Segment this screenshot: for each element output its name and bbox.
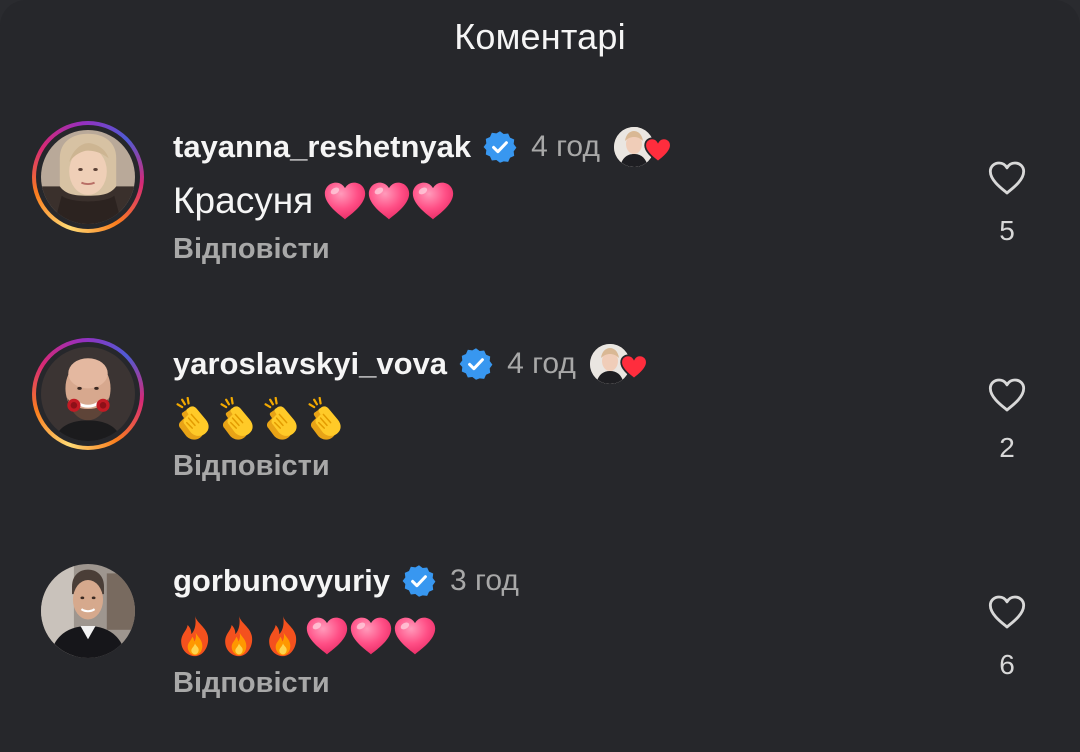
heart-outline-icon[interactable] (987, 593, 1027, 631)
comment-text (173, 394, 349, 444)
heart-outline-icon[interactable] (987, 159, 1027, 197)
like-control: 2 (970, 376, 1044, 464)
verified-badge-icon (402, 564, 436, 598)
timestamp: 4 год (507, 347, 576, 380)
liked-by-author-badge (613, 127, 672, 167)
like-control: 5 (970, 159, 1044, 247)
pink-heart-icon (367, 179, 411, 223)
pink-heart-icon (323, 179, 367, 223)
comment-meta: gorbunovyuriy 3 год (173, 559, 519, 603)
pink-heart-icon (393, 614, 437, 658)
story-ring (32, 121, 144, 233)
comment-item: yaroslavskyi_vova 4 год Відповісти 2 (0, 338, 1080, 538)
red-heart-icon (644, 137, 672, 163)
fire-icon (261, 614, 305, 658)
red-heart-icon (620, 354, 648, 380)
comment-item: gorbunovyuriy 3 год Відповісти 6 (0, 555, 1080, 752)
pink-heart-icon (349, 614, 393, 658)
like-count: 2 (999, 432, 1015, 463)
comment-text-words: Красуня (173, 180, 314, 221)
avatar[interactable] (32, 555, 144, 667)
verified-badge-icon (483, 130, 517, 164)
avatar[interactable] (32, 338, 144, 450)
reply-button[interactable]: Відповісти (173, 233, 330, 266)
comment-text (173, 611, 437, 661)
comment-meta: tayanna_reshetnyak 4 год (173, 125, 672, 169)
like-control: 6 (970, 593, 1044, 681)
comment-meta: yaroslavskyi_vova 4 год (173, 342, 648, 386)
username[interactable]: yaroslavskyi_vova (173, 346, 447, 382)
avatar[interactable] (32, 121, 144, 233)
verified-badge-icon (459, 347, 493, 381)
avatar-image (41, 347, 135, 441)
liked-by-author-badge (589, 344, 648, 384)
fire-icon (173, 614, 217, 658)
story-ring (32, 338, 144, 450)
comment-text: Красуня (173, 173, 455, 229)
reply-button[interactable]: Відповісти (173, 667, 330, 700)
comments-sheet: Коментарі tayanna_reshetnyak 4 год Красу… (0, 0, 1080, 752)
username[interactable]: gorbunovyuriy (173, 563, 390, 599)
pink-heart-icon (305, 614, 349, 658)
username[interactable]: tayanna_reshetnyak (173, 129, 471, 165)
like-count: 6 (999, 649, 1015, 680)
avatar-image (41, 564, 135, 658)
like-count: 5 (999, 215, 1015, 246)
clapping-hands-icon (173, 397, 217, 441)
heart-outline-icon[interactable] (987, 376, 1027, 414)
fire-icon (217, 614, 261, 658)
timestamp: 4 год (531, 130, 600, 163)
avatar-image (41, 130, 135, 224)
comment-item: tayanna_reshetnyak 4 год Красуня Відпові… (0, 121, 1080, 321)
clapping-hands-icon (261, 397, 305, 441)
sheet-title: Коментарі (454, 16, 626, 57)
clapping-hands-icon (305, 397, 349, 441)
reply-button[interactable]: Відповісти (173, 450, 330, 483)
timestamp: 3 год (450, 564, 519, 597)
clapping-hands-icon (217, 397, 261, 441)
pink-heart-icon (411, 179, 455, 223)
